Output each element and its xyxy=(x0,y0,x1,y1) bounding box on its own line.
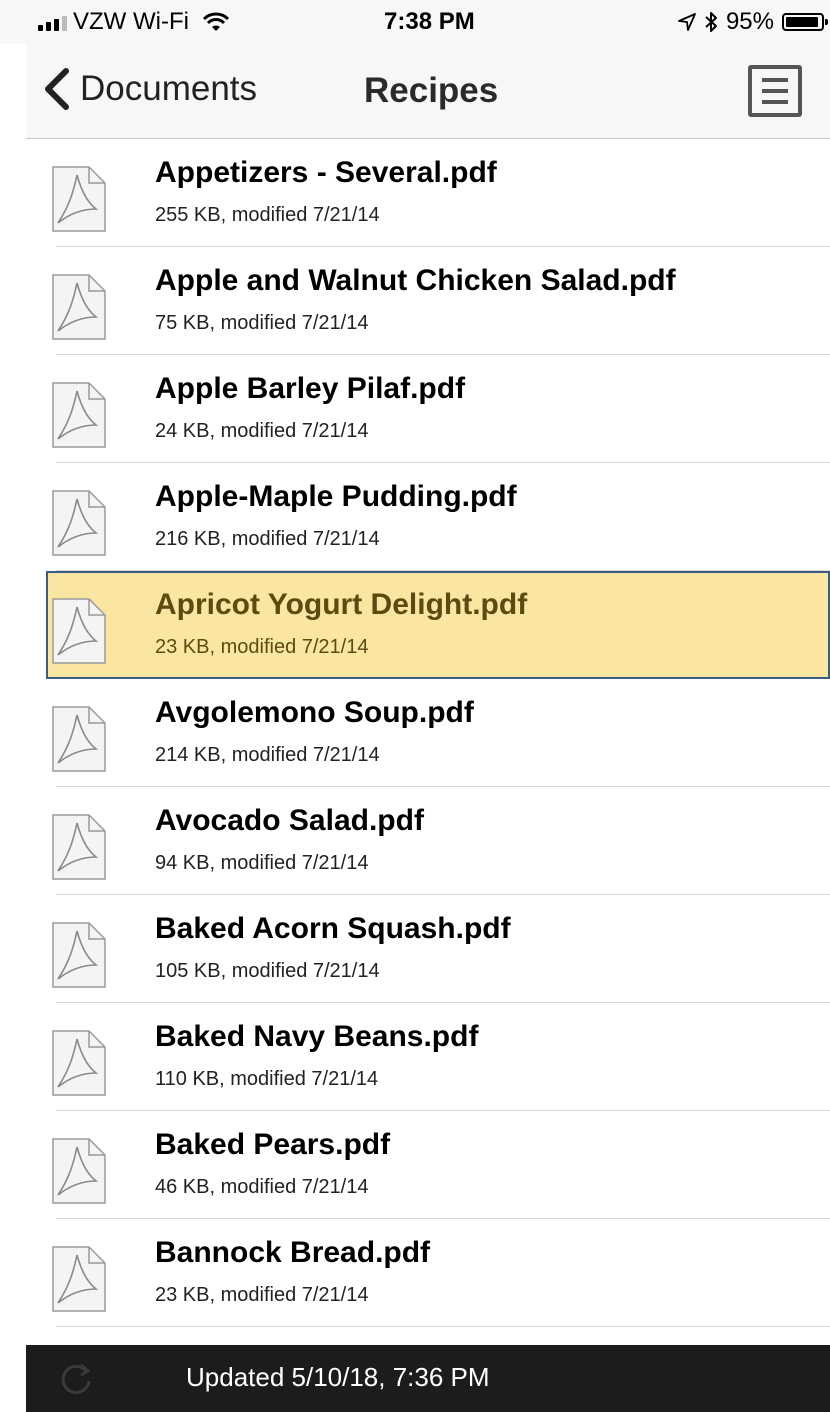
status-bar: VZW Wi-Fi 7:38 PM 95% xyxy=(0,0,830,44)
pdf-file-icon xyxy=(50,273,108,341)
pdf-file-icon xyxy=(50,1245,108,1313)
list-icon[interactable] xyxy=(748,65,802,117)
navigation-bar: Documents Recipes xyxy=(26,44,830,139)
battery-icon xyxy=(782,13,828,31)
file-meta: 110 KB, modified 7/21/14 xyxy=(155,1068,379,1090)
list-item[interactable]: Bannock Bread.pdf 23 KB, modified 7/21/14 xyxy=(0,1219,830,1327)
battery-percent: 95% xyxy=(725,8,774,35)
location-icon xyxy=(678,13,696,31)
bottom-toolbar: Updated 5/10/18, 7:36 PM xyxy=(26,1345,830,1412)
pdf-file-icon xyxy=(50,597,108,665)
list-item[interactable]: Avocado Salad.pdf 94 KB, modified 7/21/14 xyxy=(0,787,830,895)
file-name: Apple Barley Pilaf.pdf xyxy=(155,372,466,405)
back-button-label: Documents xyxy=(80,69,258,108)
wifi-icon xyxy=(202,12,229,31)
chevron-left-icon xyxy=(45,68,69,110)
file-name: Bannock Bread.pdf xyxy=(155,1236,431,1269)
refresh-icon[interactable] xyxy=(56,1359,96,1399)
file-name: Baked Acorn Squash.pdf xyxy=(155,912,511,945)
status-right: 95% xyxy=(678,8,828,36)
list-item[interactable]: Appetizers - Several.pdf 255 KB, modified… xyxy=(0,139,830,247)
list-item[interactable]: Apricot Yogurt Delight.pdf 23 KB, modifie… xyxy=(46,571,830,679)
file-name: Baked Navy Beans.pdf xyxy=(155,1020,479,1053)
battery-fill xyxy=(786,17,818,27)
list-item[interactable]: Apple-Maple Pudding.pdf 216 KB, modified … xyxy=(0,463,830,571)
pdf-file-icon xyxy=(50,381,108,449)
pdf-file-icon xyxy=(50,489,108,557)
file-name: Avocado Salad.pdf xyxy=(155,804,424,837)
file-meta: 214 KB, modified 7/21/14 xyxy=(155,744,380,766)
status-time: 7:38 PM xyxy=(384,8,475,35)
list-item[interactable]: Avgolemono Soup.pdf 214 KB, modified 7/21… xyxy=(0,679,830,787)
file-meta: 23 KB, modified 7/21/14 xyxy=(155,1284,369,1306)
pdf-file-icon xyxy=(50,705,108,773)
page-title: Recipes xyxy=(364,71,499,110)
carrier-label: VZW Wi-Fi xyxy=(73,8,189,35)
file-meta: 255 KB, modified 7/21/14 xyxy=(155,204,380,226)
file-name: Apple-Maple Pudding.pdf xyxy=(155,480,517,513)
status-left: VZW Wi-Fi xyxy=(38,8,229,36)
file-meta: 75 KB, modified 7/21/14 xyxy=(155,312,369,334)
pdf-file-icon xyxy=(50,1029,108,1097)
list-item[interactable]: Baked Navy Beans.pdf 110 KB, modified 7/2… xyxy=(0,1003,830,1111)
file-meta: 94 KB, modified 7/21/14 xyxy=(155,852,369,874)
file-name: Avgolemono Soup.pdf xyxy=(155,696,474,729)
file-list: Appetizers - Several.pdf 255 KB, modified… xyxy=(0,139,830,1327)
file-name: Apricot Yogurt Delight.pdf xyxy=(155,588,528,621)
pdf-file-icon xyxy=(50,921,108,989)
battery-tip xyxy=(825,19,828,25)
list-item[interactable]: Baked Acorn Squash.pdf 105 KB, modified 7… xyxy=(0,895,830,1003)
pdf-file-icon xyxy=(50,165,108,233)
list-item[interactable]: Baked Pears.pdf 46 KB, modified 7/21/14 xyxy=(0,1111,830,1219)
file-meta: 105 KB, modified 7/21/14 xyxy=(155,960,380,982)
file-meta: 23 KB, modified 7/21/14 xyxy=(155,636,369,658)
file-name: Apple and Walnut Chicken Salad.pdf xyxy=(155,264,676,297)
pdf-file-icon xyxy=(50,813,108,881)
list-item[interactable]: Apple Barley Pilaf.pdf 24 KB, modified 7/… xyxy=(0,355,830,463)
file-name: Baked Pears.pdf xyxy=(155,1128,391,1161)
file-meta: 216 KB, modified 7/21/14 xyxy=(155,528,380,550)
file-name: Appetizers - Several.pdf xyxy=(155,156,497,189)
updated-status: Updated 5/10/18, 7:36 PM xyxy=(186,1362,490,1392)
file-meta: 46 KB, modified 7/21/14 xyxy=(155,1176,369,1198)
list-item[interactable]: Apple and Walnut Chicken Salad.pdf 75 KB,… xyxy=(0,247,830,355)
bluetooth-icon xyxy=(705,12,717,32)
signal-icon xyxy=(38,13,67,31)
file-meta: 24 KB, modified 7/21/14 xyxy=(155,420,369,442)
back-button[interactable]: Documents xyxy=(40,68,257,110)
pdf-file-icon xyxy=(50,1137,108,1205)
